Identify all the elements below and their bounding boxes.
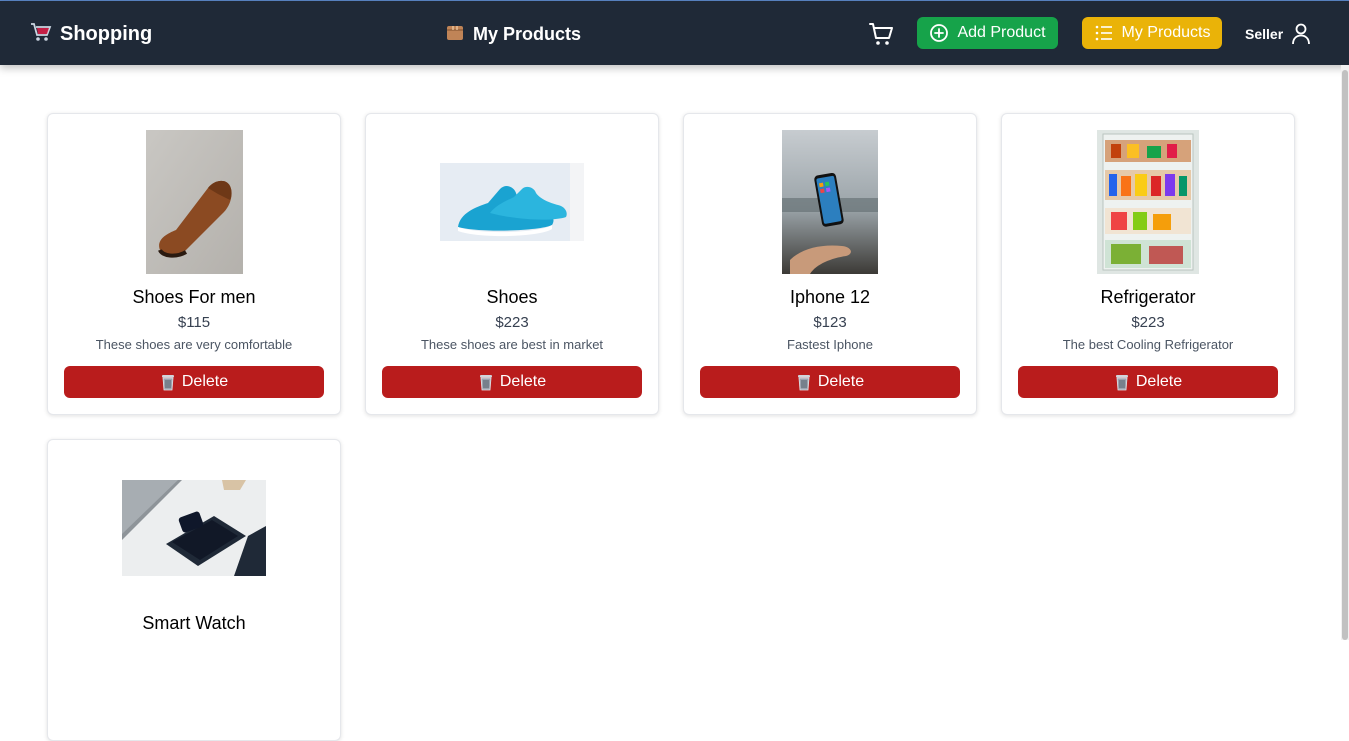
product-card: Shoes For men $115 These shoes are very …	[47, 113, 341, 415]
product-description: Fastest Iphone	[787, 337, 873, 352]
my-products-button[interactable]: My Products	[1082, 17, 1222, 49]
delete-label: Delete	[499, 373, 547, 390]
product-image-blue-sneakers	[440, 163, 584, 241]
product-card: Shoes $223 These shoes are best in marke…	[365, 113, 659, 415]
delete-label: Delete	[817, 373, 865, 390]
plus-circle-icon	[930, 24, 949, 42]
package-box-icon	[445, 22, 465, 47]
nav-title-label: My Products	[473, 23, 582, 44]
navbar: Shopping My Products Add Product My Prod…	[0, 1, 1349, 65]
product-name: Iphone 12	[789, 287, 871, 307]
trash-icon	[1115, 375, 1128, 391]
trash-icon	[161, 375, 174, 391]
list-icon	[1095, 25, 1112, 41]
page-scrollbar-thumb[interactable]	[1342, 70, 1348, 640]
product-card: Refrigerator $223 The best Cooling Refri…	[1001, 113, 1295, 415]
product-name: Refrigerator	[1100, 287, 1196, 307]
cart-icon	[869, 23, 893, 45]
delete-button[interactable]: Delete	[1018, 366, 1278, 398]
product-name: Shoes	[486, 287, 538, 307]
add-product-button[interactable]: Add Product	[917, 17, 1058, 49]
product-card: Smart Watch	[47, 439, 341, 741]
product-image-refrigerator	[1097, 130, 1199, 274]
user-icon	[1292, 23, 1311, 45]
product-description: The best Cooling Refrigerator	[1062, 337, 1234, 352]
delete-button[interactable]: Delete	[700, 366, 960, 398]
product-name: Shoes For men	[132, 287, 256, 307]
add-product-label: Add Product	[957, 24, 1046, 41]
product-price: $123	[813, 314, 847, 331]
product-price: $115	[177, 314, 211, 331]
product-price: $223	[1131, 314, 1165, 331]
product-image-frame	[48, 130, 340, 274]
product-image-smart-watch	[122, 480, 266, 576]
product-description: These shoes are best in market	[420, 337, 604, 352]
delete-label: Delete	[1135, 373, 1183, 390]
product-description: These shoes are very comfortable	[95, 337, 293, 352]
trash-icon	[797, 375, 810, 391]
product-card: Iphone 12 $123 Fastest Iphone Delete	[683, 113, 977, 415]
product-image-iphone	[782, 130, 878, 274]
my-products-label: My Products	[1121, 24, 1211, 41]
product-image-brown-shoe	[145, 130, 243, 274]
shopping-cart-emoji-icon	[30, 22, 52, 47]
trash-icon	[479, 375, 492, 391]
product-image-frame	[1002, 130, 1294, 274]
cart-button[interactable]	[868, 21, 894, 47]
product-image-frame	[366, 130, 658, 274]
nav-my-products-title[interactable]: My Products	[445, 21, 581, 47]
product-image-frame	[684, 130, 976, 274]
seller-label: Seller	[1245, 26, 1284, 42]
delete-button[interactable]: Delete	[64, 366, 324, 398]
product-price: $223	[495, 314, 529, 331]
product-image-frame	[48, 456, 340, 600]
product-name: Smart Watch	[142, 613, 246, 633]
brand-link[interactable]: Shopping	[30, 21, 152, 47]
brand-name: Shopping	[60, 22, 153, 45]
delete-label: Delete	[181, 373, 229, 390]
delete-button[interactable]: Delete	[382, 366, 642, 398]
seller-menu[interactable]: Seller	[1245, 21, 1311, 47]
